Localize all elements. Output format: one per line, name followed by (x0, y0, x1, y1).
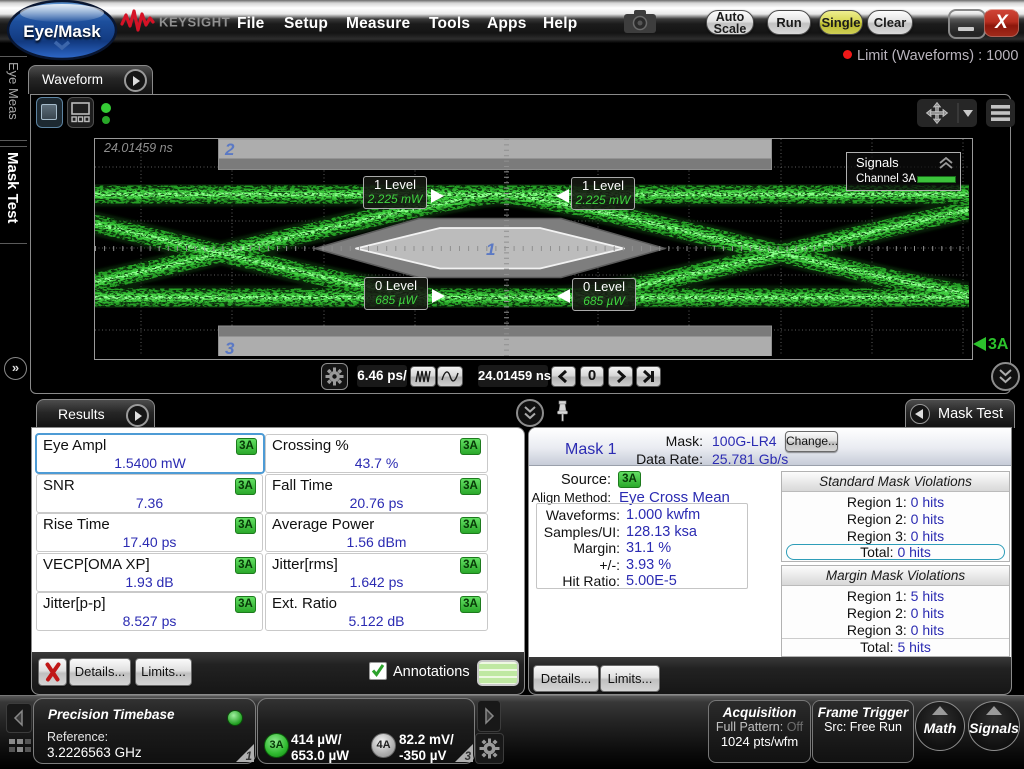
svg-text:3: 3 (225, 339, 235, 356)
svg-text:KEYSIGHT: KEYSIGHT (159, 15, 230, 30)
svg-text:2: 2 (224, 140, 235, 159)
svg-text:1: 1 (486, 240, 495, 259)
svg-text:24.01459 ns: 24.01459 ns (103, 141, 173, 155)
svg-text:Eye/Mask: Eye/Mask (23, 22, 101, 41)
